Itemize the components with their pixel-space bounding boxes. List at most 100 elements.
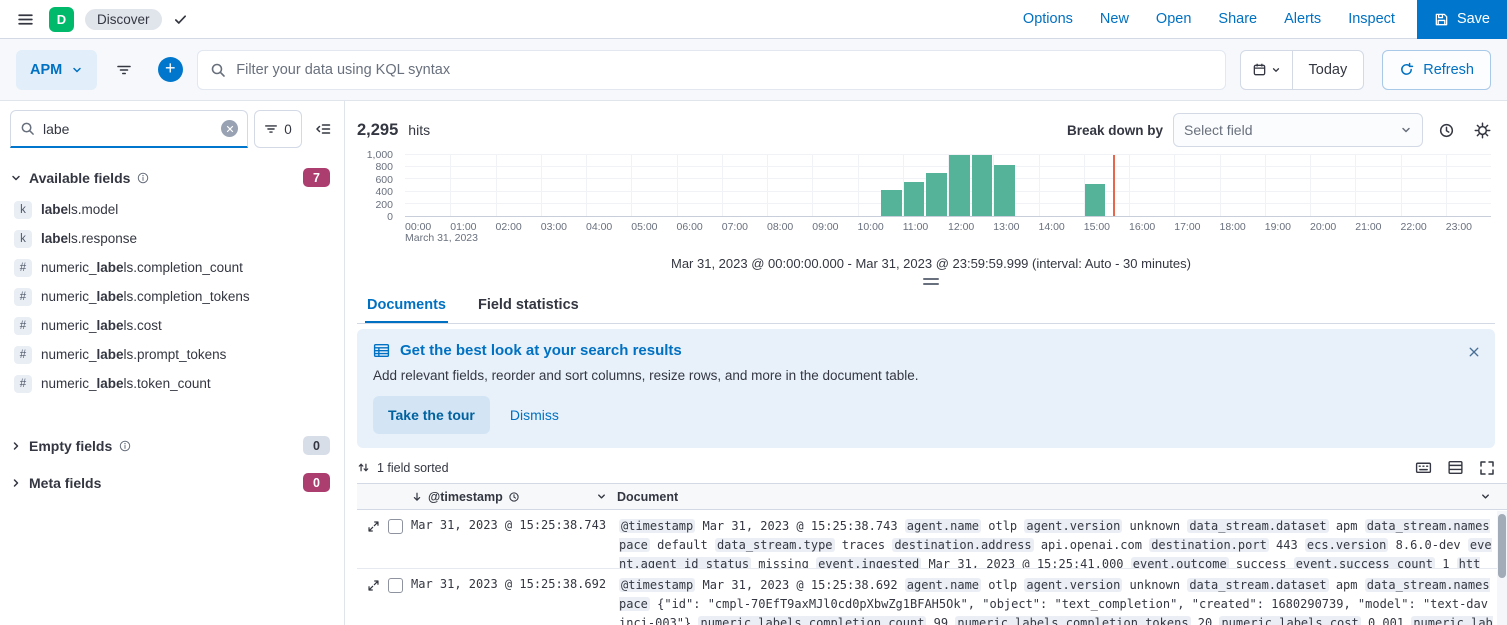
document-cell[interactable]: @timestamp Mar 31, 2023 @ 15:25:38.743 a…: [613, 510, 1507, 568]
gridline: [1401, 155, 1402, 216]
gridline: [722, 155, 723, 216]
tab-field-statistics[interactable]: Field statistics: [476, 289, 581, 323]
chevron-right-icon: [10, 477, 22, 489]
dismiss-button[interactable]: Dismiss: [510, 407, 559, 423]
scrollbar-thumb[interactable]: [1498, 514, 1506, 578]
fullscreen-icon[interactable]: [1479, 460, 1495, 476]
histogram-bar[interactable]: [994, 165, 1015, 216]
histogram-bar[interactable]: [881, 190, 902, 216]
meta-fields-section[interactable]: Meta fields 0: [0, 461, 344, 498]
expand-row-icon[interactable]: [367, 579, 380, 592]
nav-link-open[interactable]: Open: [1156, 11, 1191, 27]
sort-fields-icon[interactable]: [357, 461, 370, 474]
document-field-name: agent.version: [1024, 578, 1122, 592]
nav-link-share[interactable]: Share: [1218, 11, 1257, 27]
histogram-bar[interactable]: [926, 173, 947, 216]
document-cell[interactable]: @timestamp Mar 31, 2023 @ 15:25:38.692 a…: [613, 569, 1507, 625]
timestamp-column-header[interactable]: @timestamp: [428, 490, 503, 504]
gridline: [631, 155, 632, 216]
clear-search-icon[interactable]: [221, 120, 238, 137]
display-options-icon[interactable]: [1447, 459, 1464, 476]
refresh-button[interactable]: Refresh: [1382, 50, 1491, 90]
gridline: [812, 155, 813, 216]
data-view-picker[interactable]: APM: [16, 50, 97, 90]
date-picker-today-button[interactable]: Today: [1293, 51, 1364, 89]
field-search-input[interactable]: [10, 110, 248, 148]
tab-documents[interactable]: Documents: [365, 289, 448, 323]
x-tick-label: 09:00: [812, 221, 838, 233]
histogram-bar[interactable]: [1085, 184, 1106, 216]
gridline: [1174, 155, 1175, 216]
x-tick-label: 03:00: [541, 221, 567, 233]
nav-link-new[interactable]: New: [1100, 11, 1129, 27]
row-checkbox[interactable]: [388, 578, 403, 593]
hits-count: 2,295: [357, 121, 398, 140]
hits-label: hits: [408, 122, 430, 138]
field-item[interactable]: #numeric_labels.prompt_tokens: [8, 340, 336, 369]
search-toolbar: APM + Today: [0, 39, 1507, 101]
callout-title: Get the best look at your search results: [400, 342, 682, 359]
expand-row-icon[interactable]: [367, 520, 380, 533]
field-list: klabels.modelklabels.response#numeric_la…: [0, 193, 344, 398]
breakdown-select[interactable]: Select field: [1173, 113, 1423, 147]
empty-fields-section[interactable]: Empty fields 0: [0, 424, 344, 461]
vertical-scrollbar[interactable]: [1497, 511, 1507, 625]
document-field-name: data_stream.type: [715, 538, 835, 552]
nav-link-options[interactable]: Options: [1023, 11, 1073, 27]
breadcrumb[interactable]: Discover: [85, 9, 162, 30]
field-item[interactable]: #numeric_labels.completion_tokens: [8, 282, 336, 311]
document-field-name: ecs.version: [1305, 538, 1388, 552]
gridline: [1129, 155, 1130, 216]
y-axis: 02004006008001,000: [357, 153, 399, 219]
meta-fields-count-badge: 0: [303, 473, 330, 492]
take-tour-button[interactable]: Take the tour: [373, 396, 490, 434]
kql-search-input[interactable]: [197, 50, 1225, 90]
column-menu-icon[interactable]: [596, 491, 607, 502]
save-button[interactable]: Save: [1417, 0, 1507, 39]
field-search-field[interactable]: [43, 121, 213, 137]
timestamp-cell[interactable]: Mar 31, 2023 @ 15:25:38.692: [407, 569, 613, 591]
gridline: [450, 155, 451, 216]
date-picker-calendar-button[interactable]: [1241, 51, 1293, 89]
close-icon[interactable]: [1463, 341, 1485, 363]
info-icon: [137, 172, 149, 184]
document-column-header[interactable]: Document: [617, 490, 678, 504]
histogram-bar[interactable]: [949, 155, 970, 216]
callout-body: Add relevant fields, reorder and sort co…: [373, 368, 1479, 383]
field-type-filter-button[interactable]: 0: [254, 110, 302, 148]
histogram-bar[interactable]: [972, 155, 993, 216]
row-checkbox[interactable]: [388, 519, 403, 534]
fields-sorted-label[interactable]: 1 field sorted: [377, 461, 449, 475]
field-item[interactable]: #numeric_labels.cost: [8, 311, 336, 340]
time-range-caption: Mar 31, 2023 @ 00:00:00.000 - Mar 31, 20…: [355, 256, 1507, 271]
field-name: numeric_labels.token_count: [41, 376, 211, 391]
chevron-down-icon: [1271, 65, 1281, 75]
date-picker: Today: [1240, 50, 1365, 90]
keyboard-shortcuts-icon[interactable]: [1415, 459, 1432, 476]
nav-link-inspect[interactable]: Inspect: [1348, 11, 1395, 27]
collapse-sidebar-icon[interactable]: [310, 116, 336, 142]
column-menu-icon[interactable]: [1480, 491, 1491, 502]
add-filter-button[interactable]: +: [151, 50, 189, 90]
available-fields-section[interactable]: Available fields 7: [0, 156, 344, 193]
filter-icon[interactable]: [105, 50, 143, 90]
field-item[interactable]: klabels.model: [8, 195, 336, 224]
timestamp-cell[interactable]: Mar 31, 2023 @ 15:25:38.743: [407, 510, 613, 532]
histogram-chart[interactable]: 02004006008001,000 March 31, 2023 00:000…: [357, 153, 1493, 245]
kql-input-field[interactable]: [236, 62, 1212, 78]
info-icon: [119, 440, 131, 452]
field-item[interactable]: klabels.response: [8, 224, 336, 253]
nav-link-alerts[interactable]: Alerts: [1284, 11, 1321, 27]
menu-icon[interactable]: [12, 6, 38, 32]
field-item[interactable]: #numeric_labels.completion_count: [8, 253, 336, 282]
space-avatar[interactable]: D: [49, 7, 74, 32]
document-field-name: event.ingested: [816, 557, 921, 568]
histogram-bar[interactable]: [904, 182, 925, 216]
gridline: [1446, 155, 1447, 216]
chart-history-icon[interactable]: [1433, 117, 1459, 143]
field-item[interactable]: #numeric_labels.token_count: [8, 369, 336, 398]
chart-resize-handle[interactable]: [923, 278, 939, 285]
x-tick-label: 23:00: [1446, 221, 1472, 233]
refresh-icon: [1399, 62, 1414, 77]
chart-options-gear-icon[interactable]: [1469, 117, 1495, 143]
